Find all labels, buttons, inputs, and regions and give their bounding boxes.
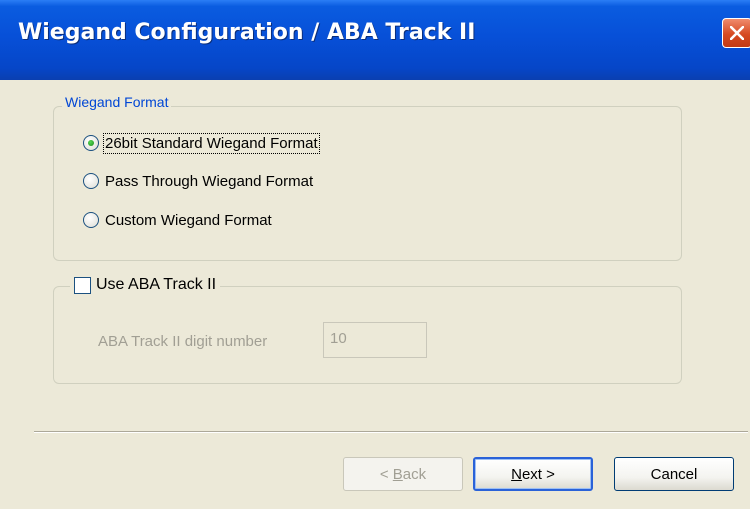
window-title: Wiegand Configuration / ABA Track II xyxy=(18,20,476,45)
aba-digit-input[interactable]: 10 xyxy=(323,322,427,358)
next-accelerator: N xyxy=(511,465,522,483)
radio-button[interactable] xyxy=(83,212,99,228)
use-aba-track-checkbox[interactable] xyxy=(74,276,91,294)
title-bar[interactable]: Wiegand Configuration / ABA Track II xyxy=(0,0,750,80)
radio-button-checked[interactable] xyxy=(83,135,99,151)
wiegand-format-legend: Wiegand Format xyxy=(62,94,172,110)
next-suffix: ext > xyxy=(521,465,555,483)
aba-digit-label: ABA Track II digit number xyxy=(98,333,268,350)
close-icon xyxy=(730,26,744,40)
radio-button[interactable] xyxy=(83,173,99,189)
radio-label-pass-through[interactable]: Pass Through Wiegand Format xyxy=(105,173,313,190)
aba-track-checkbox-row[interactable]: Use ABA Track II xyxy=(70,273,221,297)
aba-digit-value: 10 xyxy=(330,330,347,347)
back-accelerator: B xyxy=(392,465,403,483)
radio-custom[interactable]: Custom Wiegand Format xyxy=(83,209,272,231)
back-button[interactable]: < Back xyxy=(343,457,463,491)
next-button[interactable]: Next > xyxy=(473,457,593,491)
button-separator xyxy=(34,431,748,433)
close-button[interactable] xyxy=(722,18,750,48)
radio-pass-through[interactable]: Pass Through Wiegand Format xyxy=(83,170,313,192)
dialog-body: Wiegand Format 26bit Standard Wiegand Fo… xyxy=(0,80,750,509)
cancel-label: Cancel xyxy=(650,465,698,483)
cancel-button[interactable]: Cancel xyxy=(614,457,734,491)
radio-26bit-standard[interactable]: 26bit Standard Wiegand Format xyxy=(83,132,320,154)
use-aba-track-label[interactable]: Use ABA Track II xyxy=(96,276,216,294)
back-prefix: < xyxy=(379,465,393,483)
back-suffix: ack xyxy=(402,465,427,483)
radio-label-26bit[interactable]: 26bit Standard Wiegand Format xyxy=(103,132,320,154)
radio-label-custom[interactable]: Custom Wiegand Format xyxy=(105,212,272,229)
